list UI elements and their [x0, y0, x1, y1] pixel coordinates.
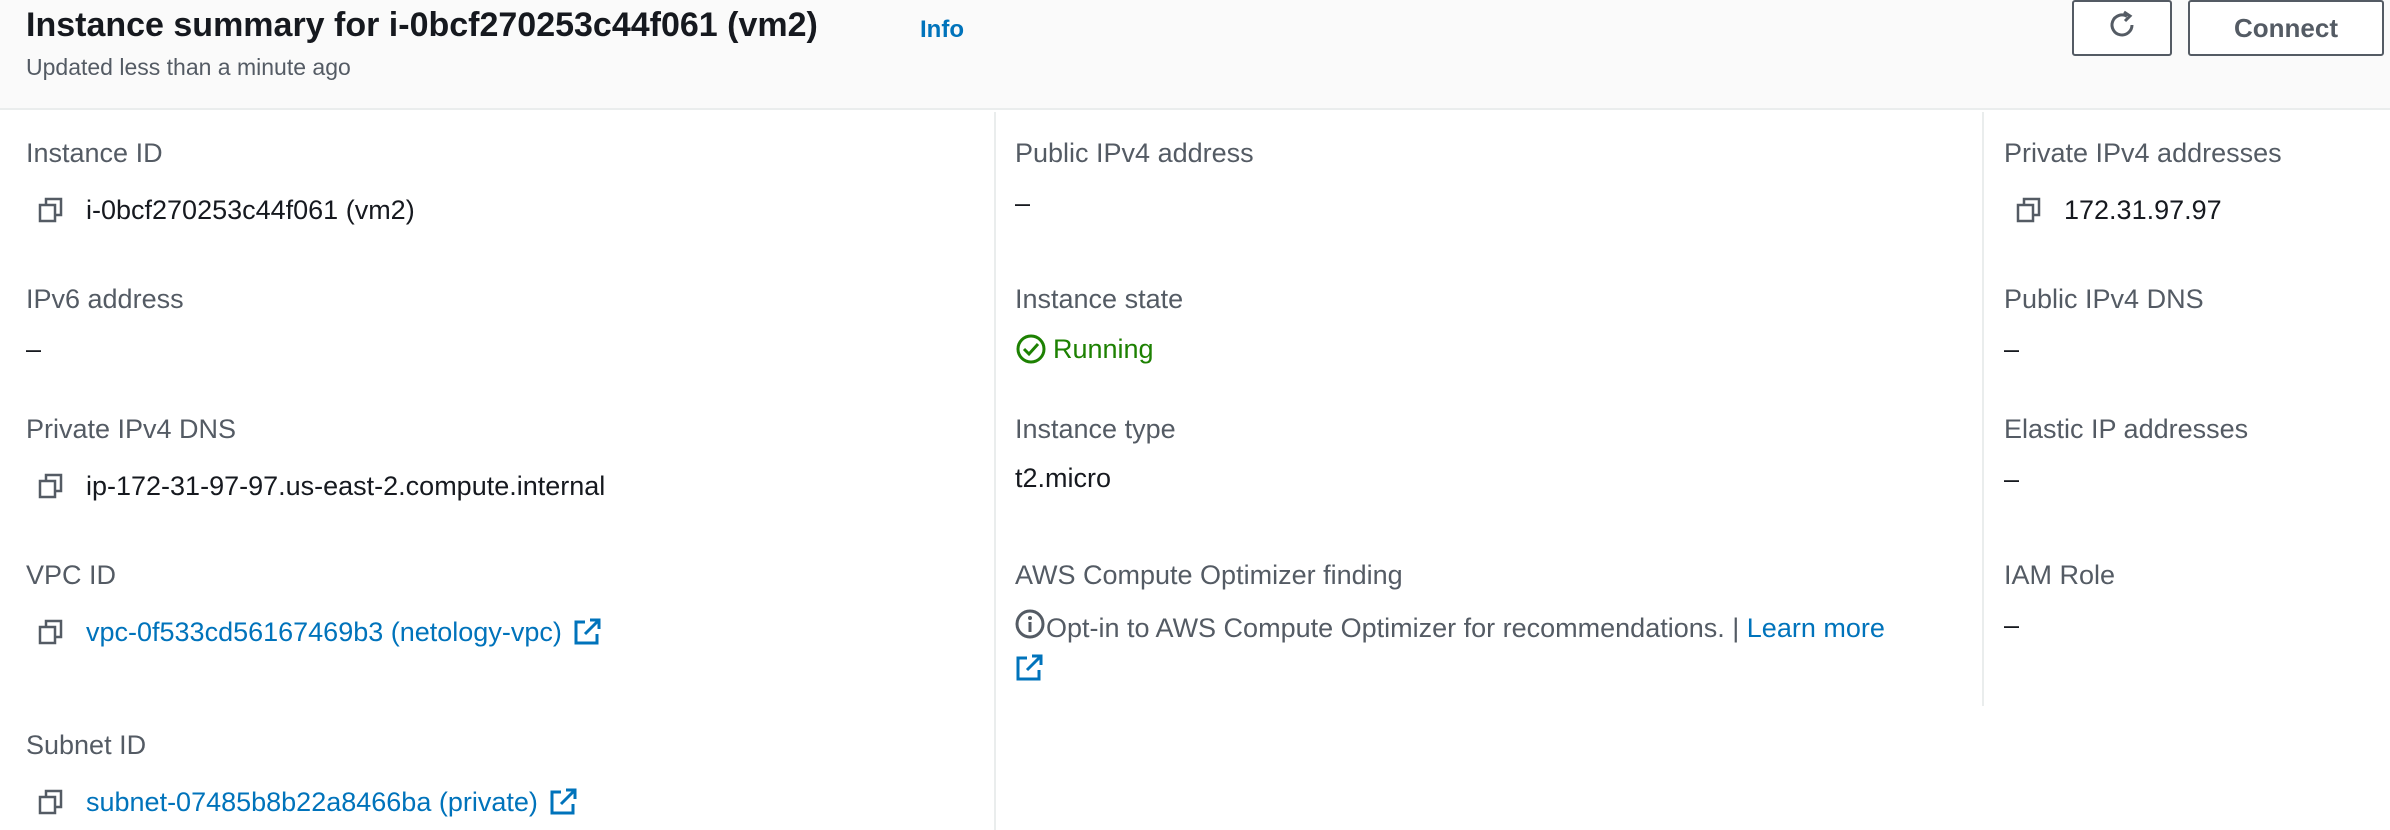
copy-icon[interactable] [2004, 194, 2044, 226]
vpc-id-label: VPC ID [26, 560, 117, 590]
private-ipv4-text: 172.31.97.97 [2064, 194, 2222, 225]
instance-type-label: Instance type [1015, 414, 1176, 444]
copy-icon[interactable] [26, 470, 66, 502]
elastic-ip-value: – [2004, 464, 2020, 494]
optimizer-label: AWS Compute Optimizer finding [1015, 560, 1403, 590]
optimizer-text: Opt-in to AWS Compute Optimizer for reco… [1046, 613, 1740, 643]
iam-role-value: – [2004, 610, 2020, 640]
optimizer-finding: Opt-in to AWS Compute Optimizer for reco… [1014, 608, 1974, 694]
updated-status: Updated less than a minute ago [26, 54, 351, 80]
external-link-icon [548, 787, 578, 817]
external-link-icon[interactable] [1014, 653, 1044, 694]
status-success-icon [1015, 333, 1047, 365]
info-circle-icon [1014, 608, 1046, 651]
public-ipv4-value: – [1015, 188, 1031, 218]
private-ipv4-label: Private IPv4 addresses [2004, 138, 2282, 168]
external-link-icon [572, 617, 602, 647]
column-divider-1 [994, 112, 996, 830]
public-ipv4-label: Public IPv4 address [1015, 138, 1254, 168]
copy-icon[interactable] [26, 616, 66, 648]
ipv6-label: IPv6 address [26, 284, 184, 314]
connect-button[interactable]: Connect [2188, 0, 2384, 56]
subnet-id-link[interactable]: subnet-07485b8b22a8466ba (private) [86, 787, 538, 818]
summary-header: Instance summary for i-0bcf270253c44f061… [0, 0, 2390, 110]
copy-icon[interactable] [26, 194, 66, 226]
column-divider-2 [1982, 112, 1984, 706]
private-dns-value: ip-172-31-97-97.us-east-2.compute.intern… [26, 470, 605, 502]
private-dns-label: Private IPv4 DNS [26, 414, 237, 444]
iam-role-label: IAM Role [2004, 560, 2116, 590]
copy-icon[interactable] [26, 786, 66, 818]
instance-id-text: i-0bcf270253c44f061 (vm2) [86, 194, 415, 225]
refresh-icon [2105, 8, 2139, 49]
info-link[interactable]: Info [920, 16, 964, 44]
private-dns-text: ip-172-31-97-97.us-east-2.compute.intern… [86, 470, 606, 501]
instance-state-value: Running [1015, 333, 1154, 365]
elastic-ip-label: Elastic IP addresses [2004, 414, 2249, 444]
instance-state-label: Instance state [1015, 284, 1184, 314]
ipv6-value: – [26, 334, 42, 364]
page-title: Instance summary for i-0bcf270253c44f061… [26, 6, 818, 44]
instance-type-value: t2.micro [1015, 463, 1112, 493]
public-dns-value: – [2004, 334, 2020, 364]
subnet-id-label: Subnet ID [26, 730, 147, 760]
instance-id-value: i-0bcf270253c44f061 (vm2) [26, 194, 415, 226]
instance-id-label: Instance ID [26, 138, 163, 168]
subnet-id-value[interactable]: subnet-07485b8b22a8466ba (private) [26, 786, 578, 818]
vpc-id-value[interactable]: vpc-0f533cd56167469b3 (netology-vpc) [26, 616, 602, 648]
public-dns-label: Public IPv4 DNS [2004, 284, 2204, 314]
learn-more-link[interactable]: Learn more [1747, 613, 1885, 643]
vpc-id-link[interactable]: vpc-0f533cd56167469b3 (netology-vpc) [86, 617, 562, 648]
private-ipv4-value: 172.31.97.97 [2004, 194, 2222, 226]
instance-state-text: Running [1053, 333, 1154, 364]
refresh-button[interactable] [2072, 0, 2172, 56]
